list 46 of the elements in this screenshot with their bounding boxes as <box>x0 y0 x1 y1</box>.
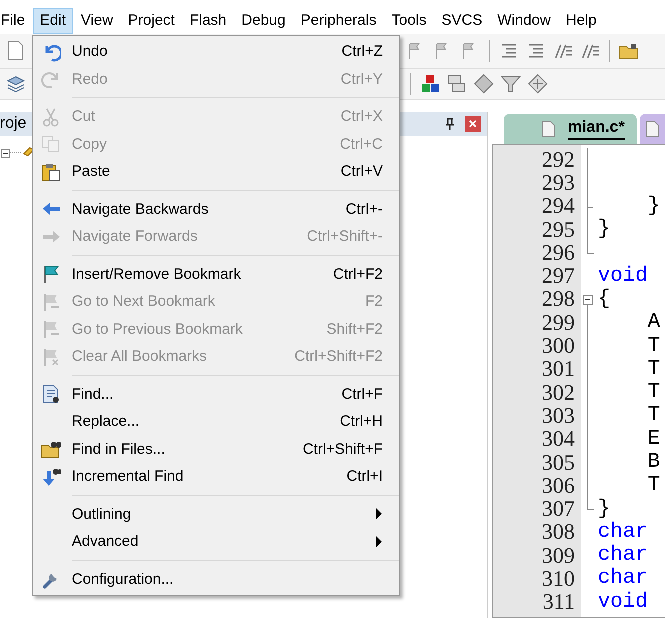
code-text: T <box>646 358 660 381</box>
menu-item[interactable]: Find... Ctrl+F <box>33 380 399 408</box>
menu-bar-item[interactable]: File <box>0 8 32 34</box>
panel-title: roje <box>0 115 27 133</box>
code-text: { <box>598 288 610 311</box>
code-text: T <box>646 381 660 404</box>
menu-item[interactable]: Configuration... <box>33 566 399 593</box>
code-text: A <box>646 311 660 334</box>
menu-item[interactable]: Replace... Ctrl+H <box>33 408 399 436</box>
code-text: E <box>646 428 660 451</box>
line-number: 299 <box>541 310 575 336</box>
line-number: 294 <box>541 193 575 220</box>
line-number: 310 <box>541 566 575 592</box>
code-text: char <box>598 567 648 590</box>
code-text: } <box>598 498 610 521</box>
menu-item[interactable]: Find in Files... Ctrl+Shift+F <box>33 436 399 463</box>
menu-bar-item[interactable]: View <box>74 8 120 34</box>
menu-bar-item[interactable]: Edit <box>33 8 74 34</box>
code-text: T <box>646 474 660 498</box>
menu-bar-item[interactable]: Project <box>121 8 182 34</box>
menu-bar-item[interactable]: Help <box>558 8 604 34</box>
code-text: } <box>646 194 660 218</box>
code-text: } <box>598 218 610 242</box>
menu-bar-item[interactable]: SVCS <box>434 8 490 34</box>
menu-item[interactable]: Incremental Find Ctrl+I <box>33 463 399 490</box>
code-text: T <box>646 404 660 428</box>
line-number: 309 <box>541 542 575 569</box>
menu-bar-item[interactable]: Tools <box>384 8 434 34</box>
menu-item[interactable]: Navigate Backwards Ctrl+- <box>33 196 399 223</box>
code-text: char <box>598 520 648 544</box>
menu-item[interactable]: Advanced <box>33 528 399 556</box>
menu-item[interactable]: Insert/Remove Bookmark Ctrl+F2 <box>33 260 399 288</box>
code-text: B <box>646 451 660 474</box>
menu-bar-item[interactable]: Flash <box>182 8 234 34</box>
line-number: 304 <box>541 426 575 452</box>
code-text: void <box>598 264 648 288</box>
file-tab[interactable]: mian.c* <box>504 114 637 144</box>
menu-bar-item[interactable]: Peripherals <box>294 8 384 34</box>
menu-item[interactable]: Paste Ctrl+V <box>33 158 399 186</box>
code-text: void <box>598 590 648 614</box>
code-text: char <box>598 544 648 568</box>
line-number: 311 <box>542 589 575 616</box>
menu-item[interactable]: Outlining <box>33 500 399 528</box>
menu-bar-item[interactable]: Window <box>490 8 558 34</box>
code-text: T <box>646 334 660 358</box>
menu-bar-item[interactable]: Debug <box>234 8 293 34</box>
